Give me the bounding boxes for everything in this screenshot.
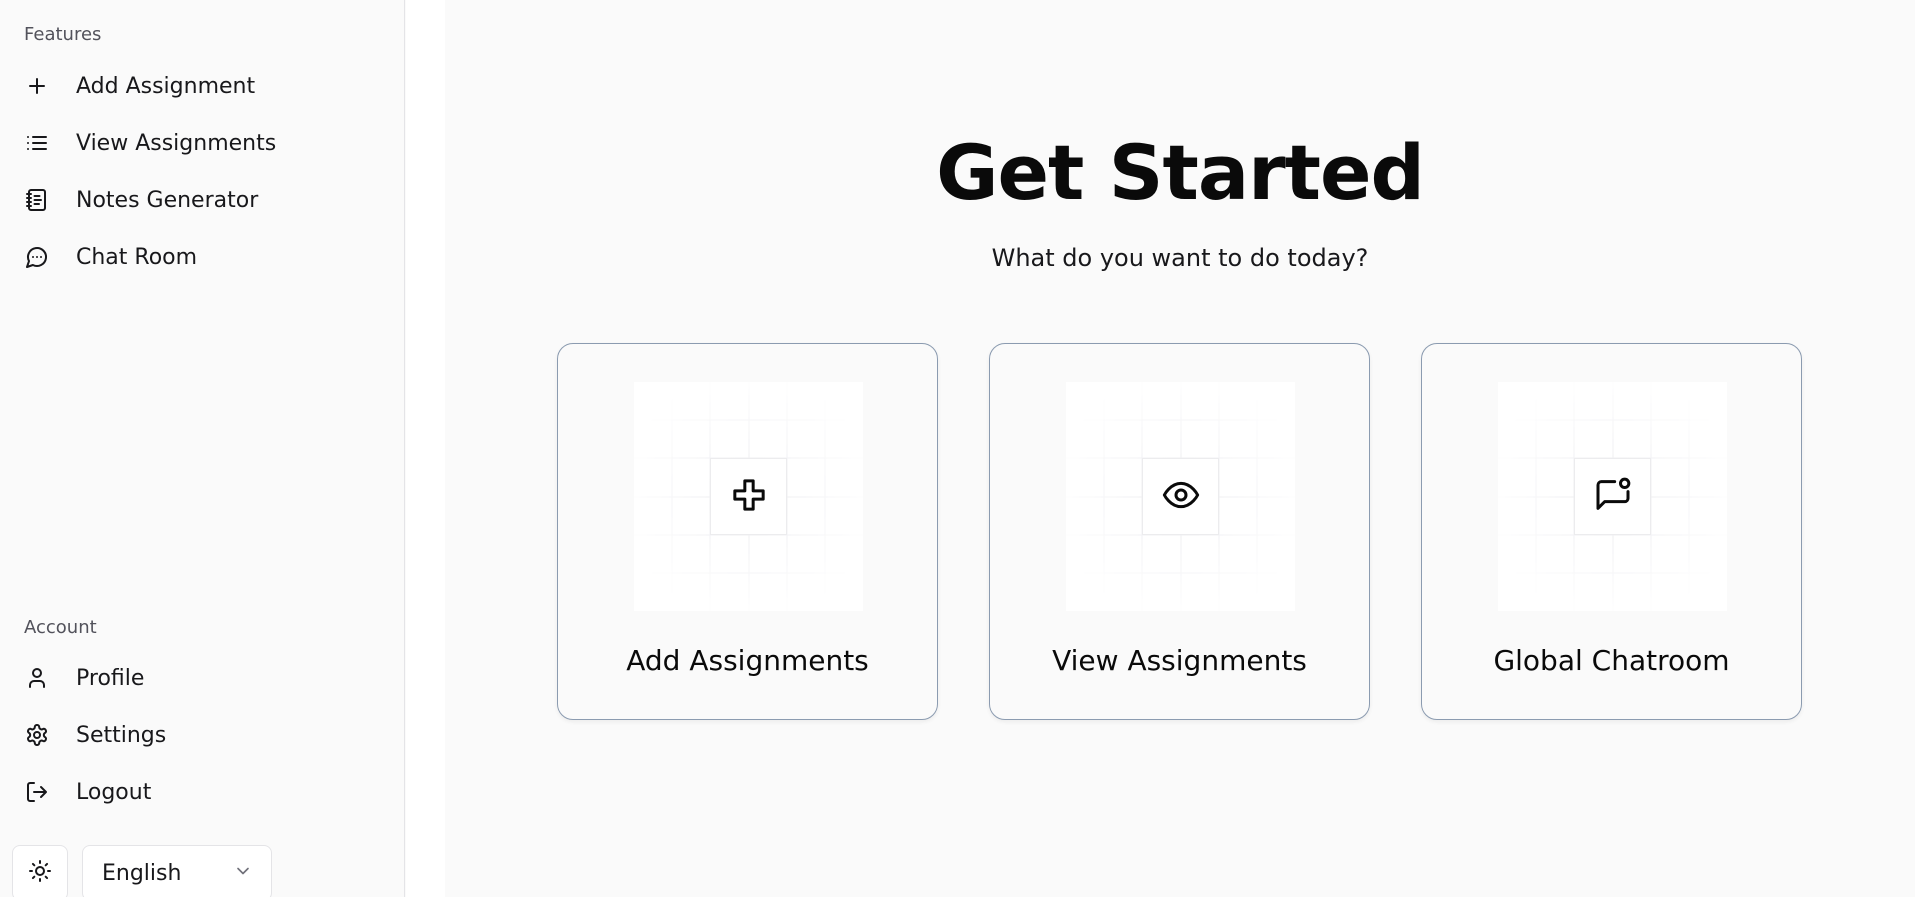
card-title: Add Assignments [626, 644, 869, 677]
language-select[interactable]: English [82, 845, 272, 897]
card-icon-box [1142, 458, 1219, 535]
card-title: Global Chatroom [1493, 644, 1730, 677]
chevron-down-icon [233, 861, 253, 885]
user-icon [24, 665, 50, 691]
card-illustration [634, 382, 863, 611]
sidebar-item-profile[interactable]: Profile [12, 654, 392, 702]
sidebar: Features Add Assignment View Assignments… [0, 0, 405, 897]
plus-outline-icon [729, 475, 769, 519]
card-illustration [1066, 382, 1295, 611]
card-icon-box [710, 458, 787, 535]
view-assignments-card[interactable]: View Assignments [989, 343, 1370, 720]
gear-icon [24, 722, 50, 748]
card-icon-box [1574, 458, 1651, 535]
sidebar-item-label: Add Assignment [76, 73, 256, 99]
features-section-label: Features [24, 24, 102, 45]
page-subtitle: What do you want to do today? [991, 244, 1369, 272]
message-notification-icon [1593, 475, 1633, 519]
sidebar-item-label: View Assignments [76, 130, 277, 156]
sidebar-item-add-assignment[interactable]: Add Assignment [12, 62, 392, 110]
sidebar-item-label: Profile [76, 665, 145, 691]
language-select-value: English [102, 860, 182, 886]
message-circle-icon [24, 244, 50, 270]
logout-icon [24, 779, 50, 805]
sidebar-item-notes-generator[interactable]: Notes Generator [12, 176, 392, 224]
sidebar-item-logout[interactable]: Logout [12, 768, 392, 816]
card-title: View Assignments [1052, 644, 1307, 677]
list-icon [24, 130, 50, 156]
page-title: Get Started [936, 128, 1425, 217]
theme-toggle-button[interactable] [12, 845, 68, 897]
sun-icon [28, 859, 52, 887]
eye-icon [1161, 475, 1201, 519]
sidebar-item-chat-room[interactable]: Chat Room [12, 233, 392, 281]
global-chatroom-card[interactable]: Global Chatroom [1421, 343, 1802, 720]
sidebar-item-view-assignments[interactable]: View Assignments [12, 119, 392, 167]
sidebar-item-label: Chat Room [76, 244, 198, 270]
sidebar-item-label: Notes Generator [76, 187, 259, 213]
add-assignments-card[interactable]: Add Assignments [557, 343, 938, 720]
account-section-label: Account [24, 617, 97, 638]
card-illustration [1498, 382, 1727, 611]
sidebar-item-settings[interactable]: Settings [12, 711, 392, 759]
sidebar-item-label: Logout [76, 779, 152, 805]
sidebar-gutter [406, 0, 445, 897]
sidebar-item-label: Settings [76, 722, 167, 748]
notebook-icon [24, 187, 50, 213]
plus-icon [24, 73, 50, 99]
